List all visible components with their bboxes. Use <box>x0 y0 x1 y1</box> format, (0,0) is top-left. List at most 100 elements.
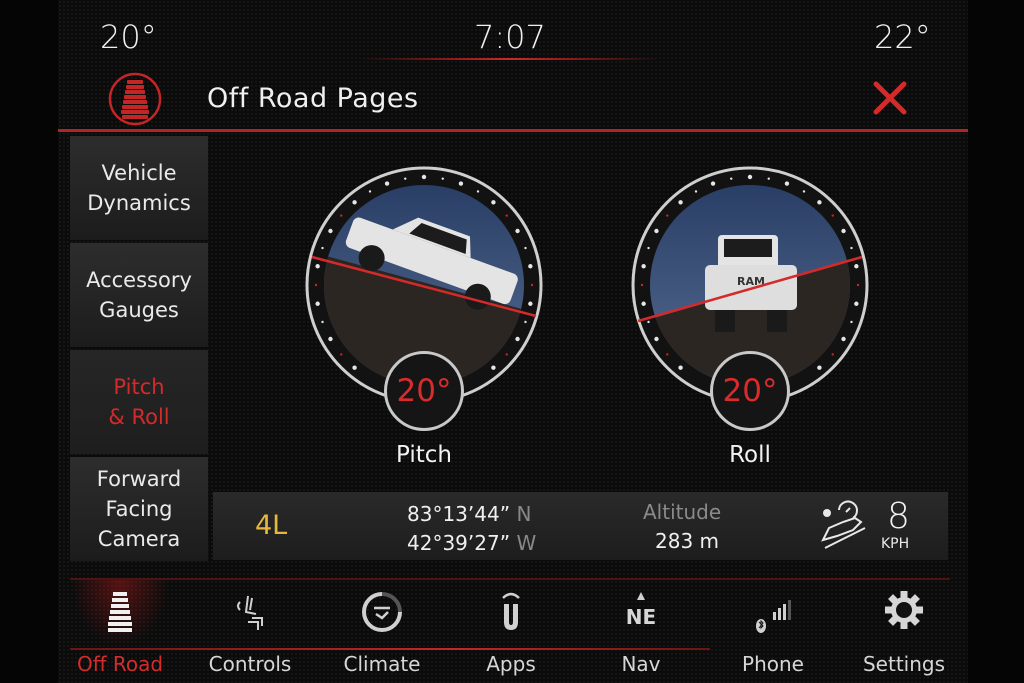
tab-pitch-roll[interactable]: Pitch & Roll <box>70 350 208 454</box>
roll-label: Roll <box>729 442 771 468</box>
clock-underline <box>360 58 660 60</box>
uconnect-apps-icon <box>502 592 520 630</box>
scale-tick <box>340 214 343 217</box>
scale-tick <box>678 365 683 370</box>
scale-tick <box>710 181 716 186</box>
scale-tick <box>854 301 859 306</box>
scale-tick <box>404 177 407 180</box>
scale-tick <box>321 246 324 250</box>
header-divider <box>58 129 968 132</box>
scale-tick <box>747 174 753 180</box>
longitude: 42°39’27” <box>407 531 511 555</box>
nav-settings-label: Settings <box>862 652 946 676</box>
scale-tick <box>654 228 659 234</box>
scale-tick <box>328 336 333 342</box>
scale-tick <box>817 200 822 205</box>
scale-tick <box>491 200 496 205</box>
scale-tick <box>524 320 527 324</box>
scale-tick <box>352 365 357 370</box>
seat-controls-icon <box>237 595 263 630</box>
scale-tick <box>524 246 527 250</box>
scale-tick <box>384 181 390 186</box>
scale-tick <box>647 246 650 250</box>
scale-tick <box>841 228 846 234</box>
scale-tick <box>850 320 853 324</box>
longitude-direction: W <box>516 531 537 555</box>
tire-track-icon <box>108 592 132 632</box>
outside-temp-left: 20° <box>100 18 157 56</box>
scale-tick <box>784 181 790 186</box>
scale-tick <box>315 264 320 269</box>
side-tabs: Vehicle Dynamics Accessory Gauges Pitch … <box>70 136 208 564</box>
scale-tick <box>854 264 859 269</box>
nav-controls[interactable]: Controls <box>195 580 305 680</box>
altitude-label: Altitude <box>643 500 722 524</box>
scale-tick <box>802 190 806 193</box>
scale-tick <box>640 283 644 287</box>
roll-gauge: RAM 20° Roll <box>630 165 870 495</box>
nav-off-road[interactable]: Off Road <box>65 580 175 680</box>
nav-apps[interactable]: Apps <box>456 580 566 680</box>
scale-tick <box>678 200 683 205</box>
scale-tick <box>856 283 860 287</box>
nav-climate-label: Climate <box>343 652 421 676</box>
outside-temp-right: 22° <box>874 18 931 56</box>
scale-tick <box>530 283 534 287</box>
nav-apps-label: Apps <box>486 652 536 676</box>
nav-climate[interactable]: Climate <box>327 580 437 680</box>
scale-tick <box>368 190 372 193</box>
scale-tick <box>641 264 646 269</box>
scale-tick <box>421 174 427 180</box>
scale-tick <box>666 353 669 356</box>
speed-value: 8 <box>887 496 910 537</box>
drive-mode-4l: 4L <box>255 510 288 541</box>
scale-tick <box>491 365 496 370</box>
scale-tick <box>515 228 520 234</box>
scale-tick <box>694 190 698 193</box>
tire-track-icon <box>108 72 162 126</box>
gear-icon <box>885 591 923 629</box>
scale-tick <box>340 353 343 356</box>
latitude-direction: N <box>516 502 532 526</box>
bluetooth-icon <box>756 619 766 633</box>
info-bar: 4L 83°13’44” N 42°39’27” W Altitude 283 … <box>213 492 948 560</box>
tab-forward-facing-camera[interactable]: Forward Facing Camera <box>70 457 208 561</box>
scale-tick <box>654 336 659 342</box>
roll-value: 20° <box>710 351 790 431</box>
climate-icon <box>362 592 402 632</box>
compass-heading: NE <box>626 605 656 629</box>
scale-tick <box>528 264 533 269</box>
scale-tick <box>817 365 822 370</box>
scale-tick <box>850 246 853 250</box>
altitude-value: 283 m <box>655 529 720 553</box>
scale-tick <box>476 190 480 193</box>
scale-tick <box>505 353 508 356</box>
scale-tick <box>647 320 650 324</box>
tab-accessory-gauges[interactable]: Accessory Gauges <box>70 243 208 347</box>
scale-tick <box>352 200 357 205</box>
scale-tick <box>767 177 770 180</box>
phone-signal-icon <box>756 600 791 633</box>
nav-phone-label: Phone <box>742 652 804 676</box>
nav-off-road-label: Off Road <box>76 652 164 676</box>
page-title: Off Road Pages <box>207 83 419 114</box>
nav-nav[interactable]: NE Nav <box>586 580 696 680</box>
nav-settings[interactable]: Settings <box>849 580 959 680</box>
clock: 7:07 <box>474 18 546 56</box>
scale-tick <box>666 214 669 217</box>
nav-phone[interactable]: Phone <box>718 580 828 680</box>
close-button[interactable] <box>870 80 910 116</box>
nav-nav-label: Nav <box>621 652 661 676</box>
speed-unit: KPH <box>881 536 910 552</box>
nav-controls-label: Controls <box>208 652 292 676</box>
bottom-nav: Off Road Controls Climate Apps NE Nav Ph… <box>70 578 950 676</box>
latitude: 83°13’44” <box>407 502 511 526</box>
tab-vehicle-dynamics[interactable]: Vehicle Dynamics <box>70 136 208 240</box>
scale-tick <box>641 301 646 306</box>
scale-tick <box>321 320 324 324</box>
gps-coordinates: 83°13’44” N 42°39’27” W <box>407 500 536 558</box>
scale-tick <box>505 214 508 217</box>
scale-tick <box>458 181 464 186</box>
pitch-label: Pitch <box>396 442 452 468</box>
scale-tick <box>831 214 834 217</box>
